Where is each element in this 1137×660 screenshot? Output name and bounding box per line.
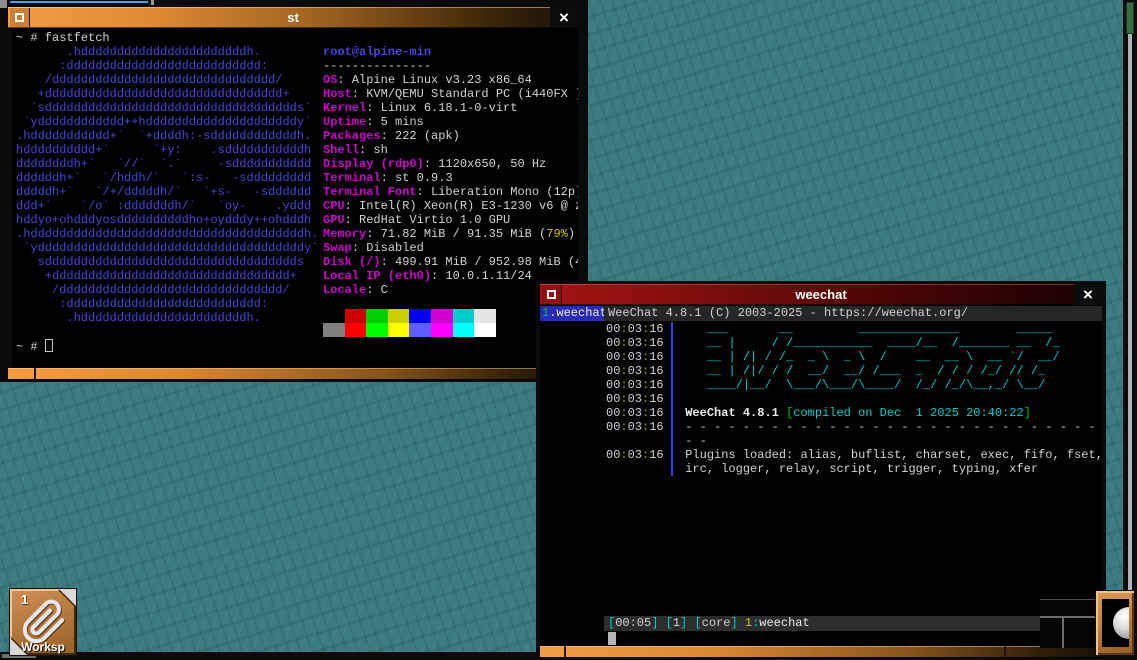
corner-button-inner bbox=[1102, 599, 1129, 647]
window-top-tick bbox=[151, 0, 154, 5]
resize-handle-notch[interactable] bbox=[564, 646, 566, 658]
window-top-accent-line bbox=[10, 1, 148, 3]
palette-swatch bbox=[387, 309, 410, 323]
shell-command-line: ~ # fastfetch bbox=[16, 31, 110, 45]
palette-swatch bbox=[452, 309, 475, 323]
palette-swatch bbox=[323, 309, 345, 323]
st-titlebar[interactable]: st × bbox=[8, 7, 578, 28]
weechat-content[interactable]: 1.weechat WeeChat 4.8.1 (C) 2003-2025 - … bbox=[540, 305, 1102, 646]
fastfetch-info: root@alpine-min --------------- OS: Alpi… bbox=[323, 45, 578, 297]
workspace-number: 1 bbox=[21, 592, 29, 607]
close-icon: × bbox=[1083, 285, 1093, 304]
weechat-window-title: weechat bbox=[795, 287, 847, 302]
palette-swatch bbox=[409, 323, 431, 337]
buffer-name: .weechat bbox=[549, 306, 604, 320]
dome-icon bbox=[1113, 607, 1129, 639]
terminal-color-palette bbox=[323, 309, 496, 337]
window-corner-grip[interactable] bbox=[0, 0, 7, 8]
palette-swatch bbox=[344, 309, 367, 323]
palette-swatch bbox=[430, 309, 453, 323]
palette-swatch bbox=[387, 323, 410, 337]
terminal-cursor bbox=[44, 339, 53, 352]
iconbox-line bbox=[1040, 599, 1098, 600]
buflist-current-buffer[interactable]: 1.weechat bbox=[540, 306, 604, 321]
st-bottom-border[interactable] bbox=[8, 368, 578, 380]
weechat-titlebar[interactable]: weechat × bbox=[540, 284, 1102, 305]
palette-swatch bbox=[474, 309, 496, 323]
input-cursor bbox=[608, 632, 616, 645]
vertical-scrollbar[interactable] bbox=[1123, 0, 1137, 660]
palette-swatch bbox=[366, 309, 388, 323]
palette-swatch bbox=[452, 323, 475, 337]
prompt-text: ~ # bbox=[16, 340, 45, 354]
palette-swatch bbox=[474, 323, 496, 337]
status-bar-text: [00:05] [1] [core] 1:weechat bbox=[608, 616, 810, 630]
st-window-title: st bbox=[287, 10, 299, 25]
vertical-scrollbar-track[interactable] bbox=[1128, 34, 1132, 660]
weechat-bottom-border[interactable] bbox=[540, 646, 1102, 658]
st-terminal-window: st × ~ # fastfetch .hddddddddddddddddddd… bbox=[0, 0, 588, 382]
buffer-title-text: WeeChat 4.8.1 (C) 2003-2025 - https://we… bbox=[608, 306, 969, 320]
resize-handle-notch[interactable] bbox=[1004, 646, 1006, 658]
close-icon: × bbox=[559, 8, 569, 27]
weechat-close-button[interactable]: × bbox=[1074, 284, 1102, 305]
weechat-window: weechat × 1.weechat WeeChat 4.8.1 (C) 20… bbox=[536, 281, 1106, 658]
buffer-title-bar: WeeChat 4.8.1 (C) 2003-2025 - https://we… bbox=[604, 306, 1102, 321]
palette-swatch bbox=[409, 309, 431, 323]
weechat-input-line[interactable] bbox=[604, 632, 1102, 646]
workspace-button[interactable]: 1 Worksp bbox=[10, 589, 76, 655]
palette-swatch bbox=[430, 323, 453, 337]
palette-swatch bbox=[366, 323, 388, 337]
chat-messages: 00:03:16 ___ __ ______________ _____ 00:… bbox=[606, 322, 1102, 476]
vertical-scrollbar-thumb[interactable] bbox=[1126, 2, 1134, 34]
corner-button[interactable] bbox=[1096, 591, 1134, 655]
shell-prompt: ~ # bbox=[16, 339, 53, 354]
iconified-window-box[interactable] bbox=[1040, 597, 1098, 648]
desktop: st × ~ # fastfetch .hddddddddddddddddddd… bbox=[0, 0, 1137, 660]
message-separator-line bbox=[670, 322, 673, 476]
weechat-status-bar: [00:05] [1] [core] 1:weechat bbox=[604, 616, 1102, 631]
iconbox-line bbox=[1062, 616, 1064, 648]
st-close-button[interactable]: × bbox=[550, 7, 578, 28]
iconbox-line bbox=[1040, 616, 1098, 618]
st-terminal-content[interactable]: ~ # fastfetch .hdddddddddddddddddddddddh… bbox=[12, 28, 578, 368]
alpine-ascii-logo: .hdddddddddddddddddddddddh. :ddddddddddd… bbox=[16, 45, 319, 325]
workspace-label: Worksp bbox=[21, 640, 65, 654]
resize-handle-notch[interactable] bbox=[34, 368, 36, 380]
palette-swatch bbox=[344, 323, 367, 337]
palette-swatch bbox=[323, 323, 345, 337]
